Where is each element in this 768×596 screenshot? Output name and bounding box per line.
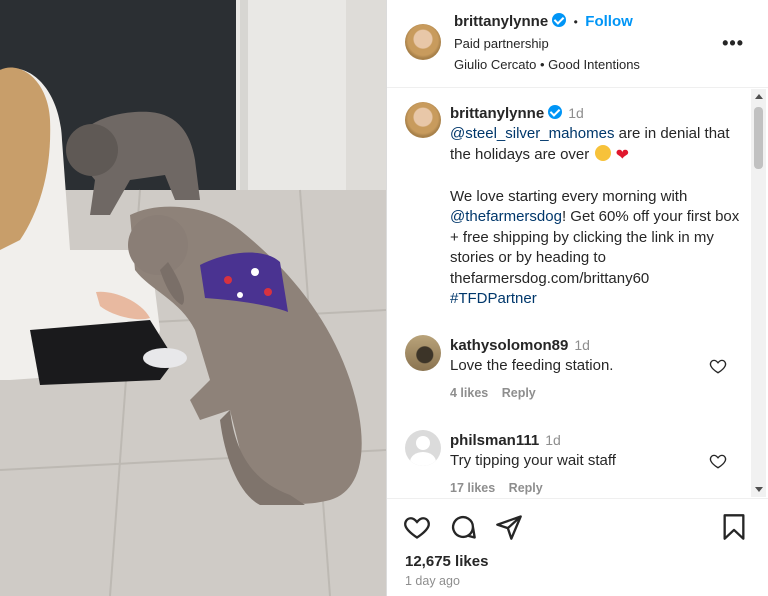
post-photo-illustration [0,0,386,596]
partners-label[interactable]: Giulio Cercato • Good Intentions [454,57,640,72]
reply-button[interactable]: Reply [509,481,543,495]
post-header: brittanylynne • Follow Paid partnership … [387,0,768,88]
comments-scroll-area[interactable]: brittanylynne 1d @steel_silver_mahomes ar… [387,89,768,497]
verified-badge-icon [548,105,563,119]
laughing-emoji-icon [595,144,612,161]
caption-username[interactable]: brittanylynne [450,105,544,122]
caption-part: We love starting every morning with [450,187,688,205]
likes-count[interactable]: 12,675 likes [405,553,488,570]
mention-link[interactable]: @thefarmersdog [450,208,562,225]
comment-like-heart-icon[interactable] [709,452,727,470]
comment-meta: 17 likes Reply [450,481,543,495]
comment-icon[interactable] [449,513,477,541]
hashtag-link[interactable]: #TFDPartner [450,290,537,307]
comment-text: Try tipping your wait staff [450,452,616,469]
comment-likes[interactable]: 4 likes [450,386,488,400]
bookmark-icon[interactable] [721,513,747,541]
comment-meta: 4 likes Reply [450,386,536,400]
mention-link[interactable]: @steel_silver_mahomes [450,125,614,142]
paid-partnership-label[interactable]: Paid partnership [454,36,549,51]
separator-dot: • [573,15,578,29]
share-icon[interactable] [495,513,523,541]
verified-badge-icon [552,13,567,27]
scroll-up-arrow-icon[interactable] [755,94,763,99]
more-options-icon[interactable]: ••• [722,33,744,54]
post-side-panel: brittanylynne • Follow Paid partnership … [387,0,768,596]
follow-button[interactable]: Follow [585,13,633,30]
comment-like-heart-icon[interactable] [709,357,727,375]
comment-text: Love the feeding station. [450,357,614,374]
red-heart-emoji-icon: ❤ [615,146,629,164]
comment-time[interactable]: 1d [574,337,590,353]
posted-time[interactable]: 1 day ago [405,574,460,588]
scroll-down-arrow-icon[interactable] [755,487,763,492]
caption-avatar[interactable] [405,102,441,138]
author-username[interactable]: brittanylynne [454,13,548,30]
commenter-avatar[interactable] [405,430,441,466]
post-photo[interactable] [0,0,387,596]
author-avatar[interactable] [405,24,441,60]
caption-text: @steel_silver_mahomes are in denial that… [450,124,740,310]
scrollbar-thumb[interactable] [754,107,763,169]
comment-time[interactable]: 1d [545,432,561,448]
comments-scrollbar[interactable] [751,89,766,497]
reply-button[interactable]: Reply [502,386,536,400]
comment-likes[interactable]: 17 likes [450,481,495,495]
comment-username[interactable]: philsman111 [450,432,539,449]
commenter-avatar[interactable] [405,335,441,371]
comment-username[interactable]: kathysolomon89 [450,337,568,354]
caption-time[interactable]: 1d [568,105,584,121]
heart-icon[interactable] [403,513,431,541]
